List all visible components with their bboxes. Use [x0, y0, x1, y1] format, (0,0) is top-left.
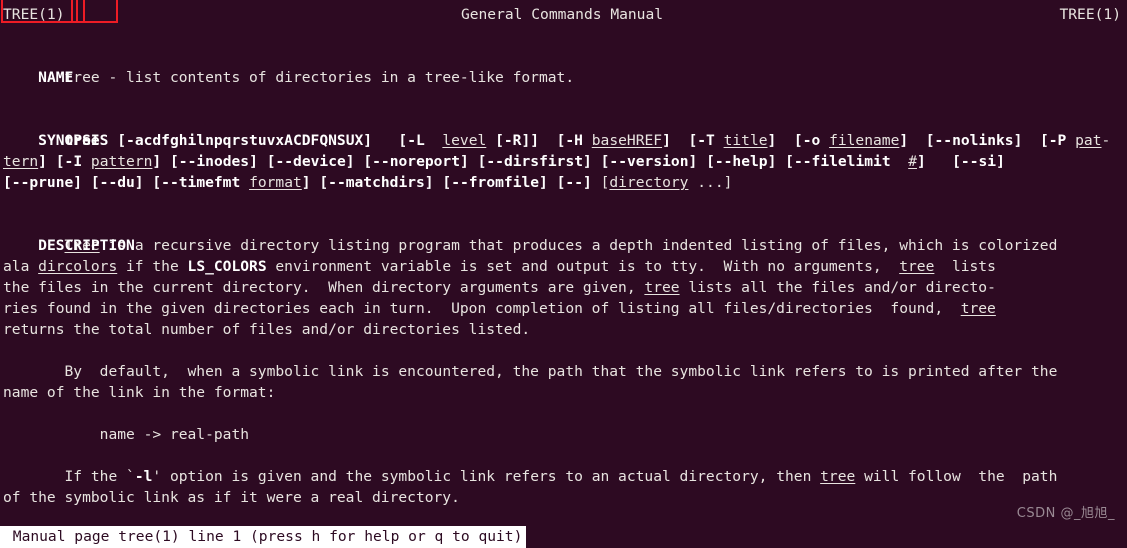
synopsis-line-2: tern] [-I pattern] [--inodes] [--device]… [3, 153, 1005, 170]
desc-tree-ref: tree [644, 279, 680, 296]
synopsis-arg-level: level [442, 132, 487, 149]
synopsis-arg-directory: directory [609, 174, 689, 191]
section-heading-name: NAME [38, 69, 74, 86]
description-line-2: ala dircolors if the LS_COLORS environme… [3, 258, 996, 275]
synopsis-opt-H: [-H [556, 132, 583, 149]
synopsis-opt-si: [--si] [952, 153, 1005, 170]
terminal-man-page: TREE(1) General Commands Manual TREE(1) … [0, 0, 1127, 548]
pager-status-bar: Manual page tree(1) line 1 (press h for … [0, 526, 527, 548]
synopsis-opt-du: [--du] [90, 174, 144, 191]
synopsis-opt-dirsfirst: [--dirsfirst] [477, 153, 592, 170]
desc-ls-colors-var: LS_COLORS [187, 258, 267, 275]
section-heading-synopsis: SYNOPSIS [38, 132, 109, 149]
synopsis-opt-bundle: [-acdfghilnpqrstuvxACDFQNSUX] [117, 132, 373, 149]
description-para2-line-2: name of the link in the format: [3, 384, 276, 401]
man-header-left: TREE(1) [3, 6, 65, 23]
synopsis-arg-hash: # [908, 153, 917, 170]
synopsis-opt-o: [-o [793, 132, 821, 149]
man-header-title: General Commands Manual [460, 6, 664, 23]
name-description-text: tree - list contents of directories in a… [64, 69, 575, 86]
synopsis-opt-fromfile: [--fromfile] [442, 174, 548, 191]
synopsis-opt-matchdirs: [--matchdirs] [319, 174, 434, 191]
name-body-line: tree - list contents of directories in a… [0, 67, 1127, 88]
desc-tree-ref: tree [899, 258, 935, 275]
csdn-watermark: CSDN @_旭旭_ [1016, 506, 1115, 521]
synopsis-arg-format: format [249, 174, 302, 191]
synopsis-arg-pat: pat [1075, 132, 1102, 149]
synopsis-opt-nolinks: [--nolinks] [925, 132, 1023, 149]
synopsis-line-3: [--prune] [--du] [--timefmt format] [--m… [3, 174, 733, 191]
synopsis-opt-device: [--device] [266, 153, 355, 170]
description-para2-line-1: By default, when a symbolic link is enco… [64, 363, 1058, 380]
man-header-row: TREE(1) General Commands Manual TREE(1) [0, 4, 1127, 25]
synopsis-opt-noreport: [--noreport] [363, 153, 469, 170]
desc-opt-l: -l [134, 468, 153, 485]
synopsis-arg-title: title [723, 132, 768, 149]
synopsis-opt-R: [-R]] [495, 132, 540, 149]
synopsis-arg-tern: tern [3, 153, 39, 170]
description-para3-line-1: If the `-l' option is given and the symb… [64, 468, 1058, 485]
synopsis-opt-T: [-T [688, 132, 715, 149]
desc-tree-ref: tree [820, 468, 856, 485]
synopsis-hyphen: - [1101, 132, 1111, 149]
synopsis-arg-filename: filename [829, 132, 900, 149]
description-line-1: Tree is a recursive directory listing pr… [64, 237, 1058, 254]
section-heading-synopsis-row: SYNOPSIS [0, 0, 1127, 149]
description-line-4: ries found in the given directories each… [3, 300, 996, 317]
synopsis-opt-L: [-L [398, 132, 425, 149]
synopsis-opt-P: [-P [1039, 132, 1067, 149]
synopsis-line-1: tree [-acdfghilnpqrstuvxACDFQNSUX] [-L l… [64, 132, 1111, 149]
synopsis-opt-timefmt: [--timefmt [152, 174, 241, 191]
man-header-right: TREE(1) [1059, 6, 1121, 23]
section-heading-description-row: DESCRIPTION [0, 0, 1127, 254]
desc-dircolors-ref: dircolors [38, 258, 118, 275]
description-line-5: returns the total number of files and/or… [3, 321, 531, 338]
synopsis-arg-basehref: baseHREF [591, 132, 663, 149]
synopsis-opt-dashdash: [--] [556, 174, 592, 191]
synopsis-opt-help: [--help] [706, 153, 777, 170]
synopsis-arg-pattern: pattern [90, 153, 153, 170]
description-code-example: name -> real-path [99, 426, 250, 443]
description-para3-line-2: of the symbolic link as if it were a rea… [3, 489, 460, 506]
synopsis-opt-inodes: [--inodes] [170, 153, 258, 170]
desc-tree-ref: tree [960, 300, 996, 317]
synopsis-opt-I: [-I [55, 153, 83, 170]
synopsis-opt-prune: [--prune] [3, 174, 83, 191]
section-heading-name-row: NAME [0, 0, 1127, 86]
synopsis-opt-filelimit: [--filelimit [785, 153, 891, 170]
synopsis-opt-version: [--version] [600, 153, 698, 170]
description-line-3: the files in the current directory. When… [3, 279, 996, 296]
section-heading-description: DESCRIPTION [38, 237, 135, 254]
